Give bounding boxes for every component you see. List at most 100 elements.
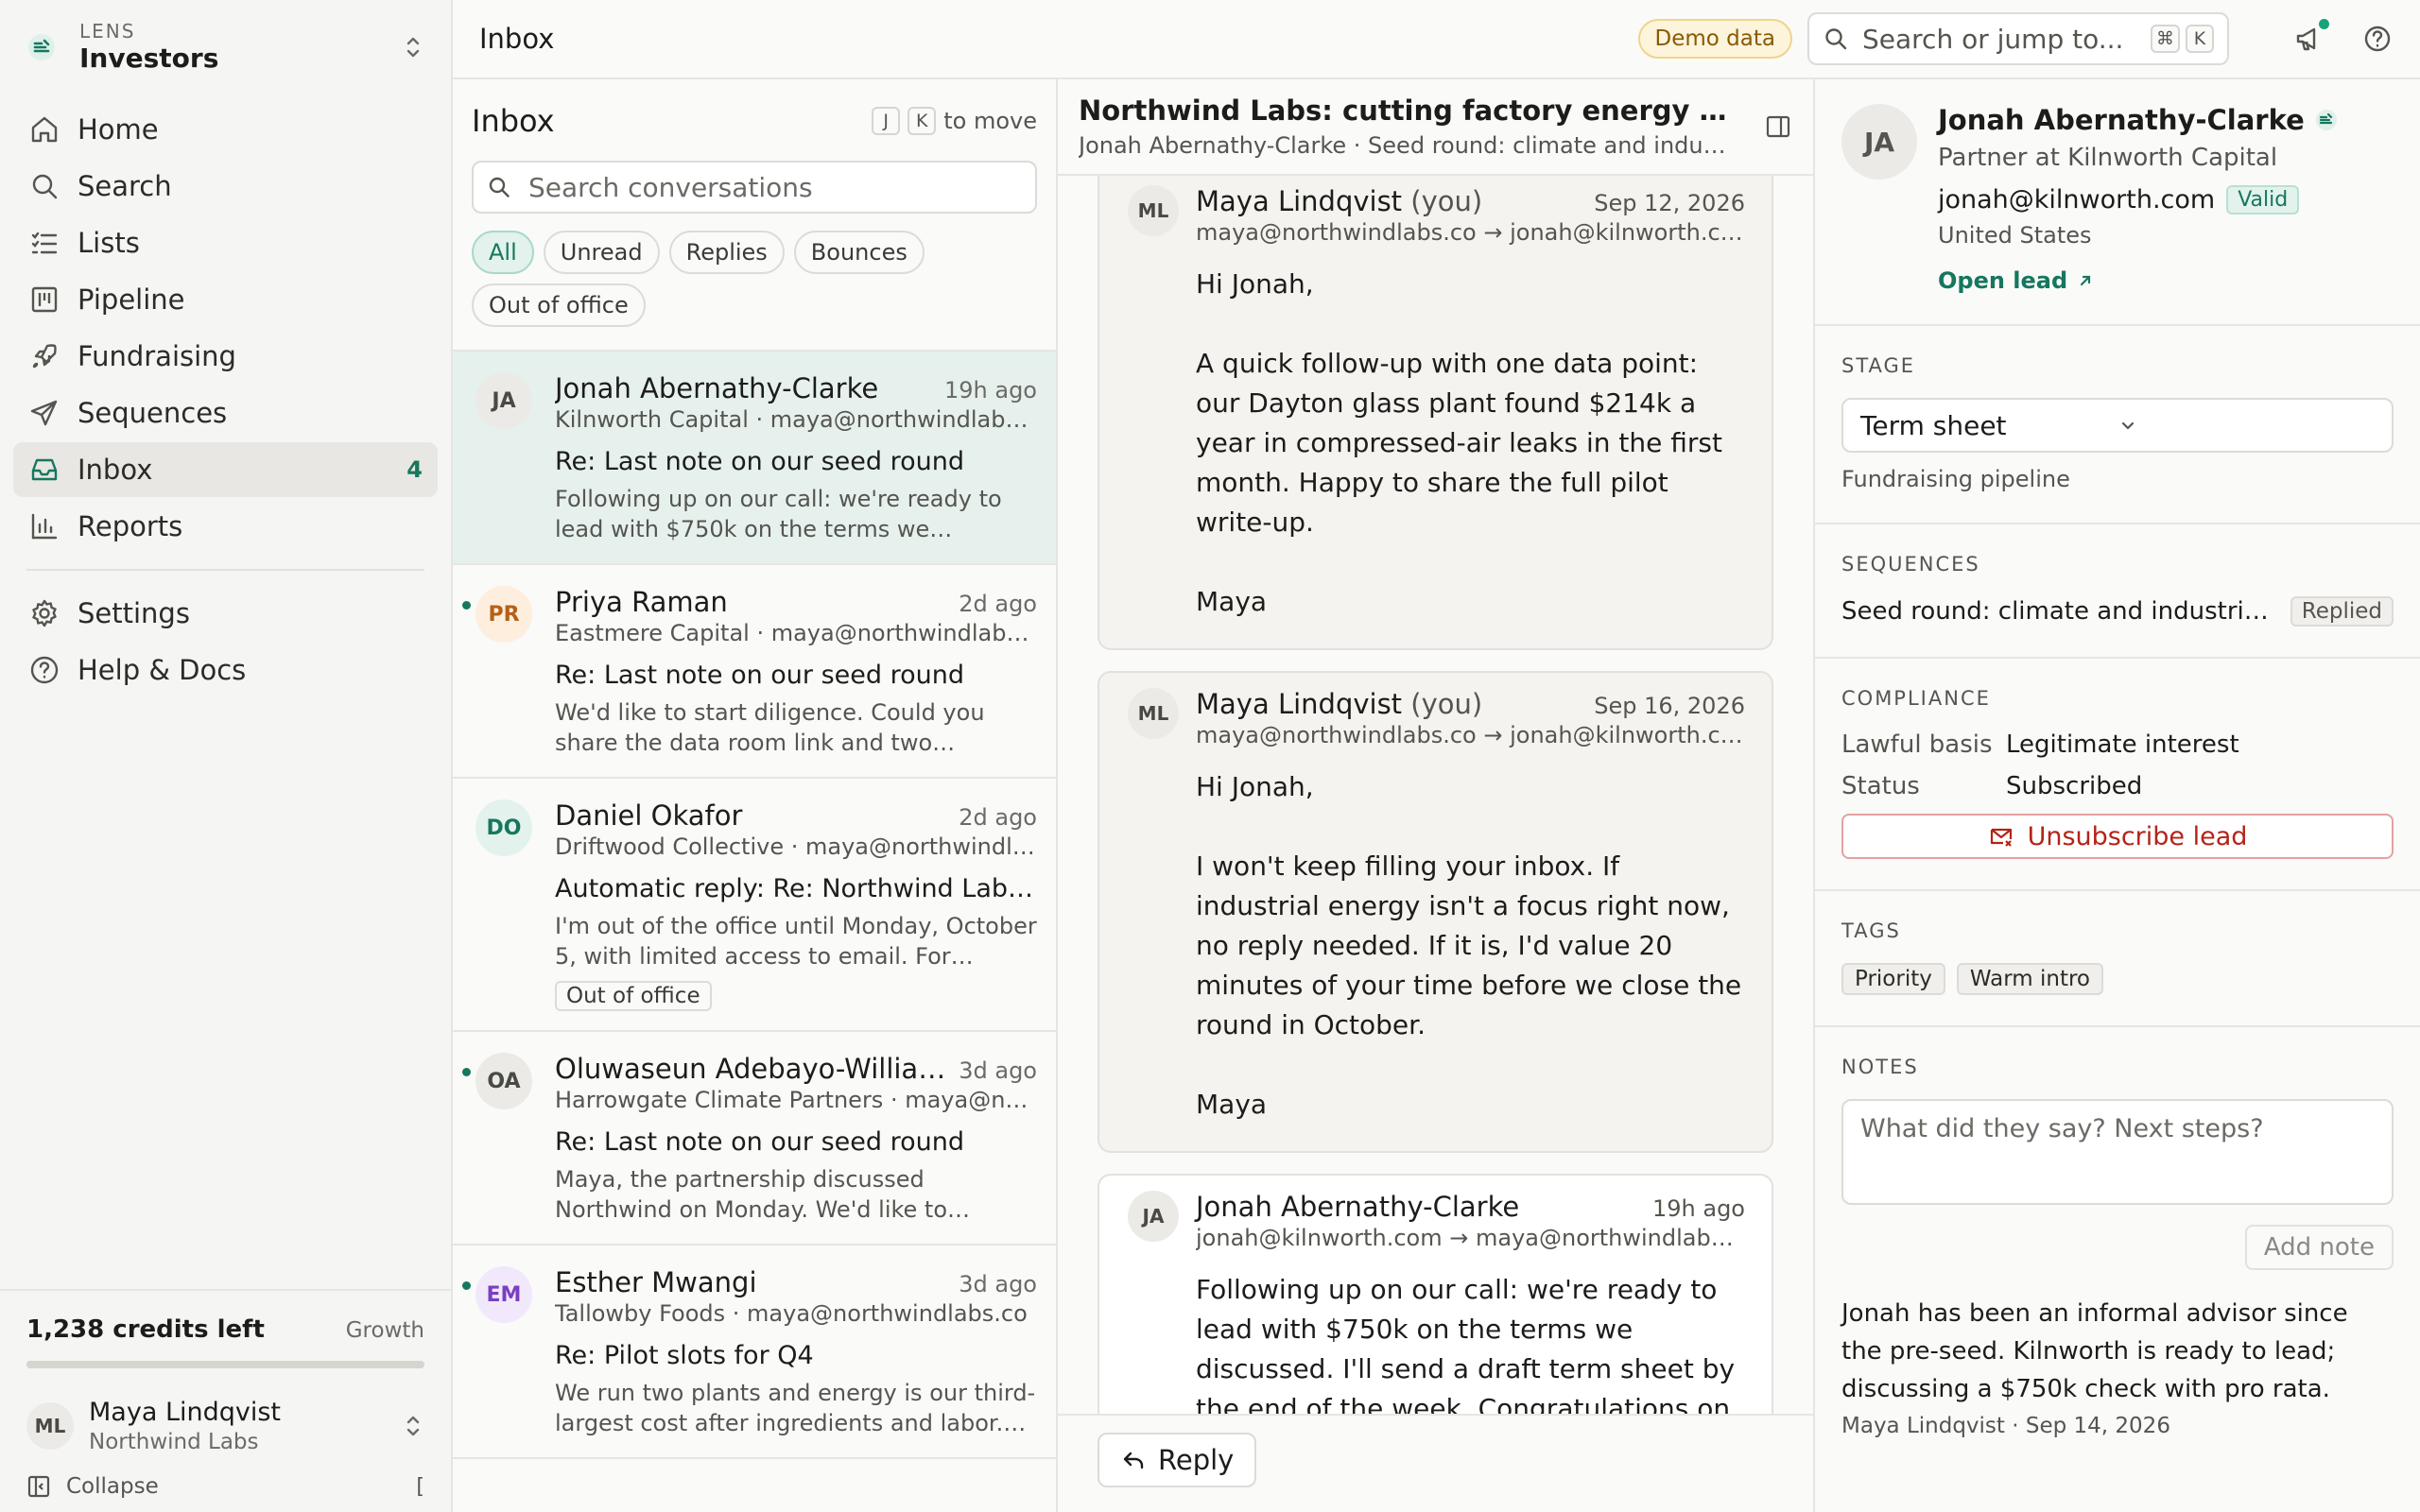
mail-x-icon xyxy=(1988,823,2014,850)
filter-out-of-office[interactable]: Out of office xyxy=(472,284,646,327)
conversation-org: Eastmere Capital · maya@northwindlabs.co xyxy=(555,620,1037,646)
conversation-search-input[interactable] xyxy=(528,171,1022,203)
conversation-avatar: PR xyxy=(475,586,532,643)
user-text: Maya Lindqvist Northwind Labs xyxy=(89,1397,402,1455)
message-date: Sep 12, 2026 xyxy=(1594,190,1745,216)
nav-divider xyxy=(26,569,424,571)
message-you-label: (you) xyxy=(1410,688,1483,720)
conversation-item[interactable]: PR Priya Raman 2d ago Eastmere Capital ·… xyxy=(453,565,1056,779)
nav-item-search[interactable]: Search xyxy=(13,159,438,214)
compliance-label: COMPLIANCE xyxy=(1841,687,1991,710)
add-note-row: Add note xyxy=(1841,1225,2394,1270)
nav-item-settings[interactable]: Settings xyxy=(13,586,438,641)
lead-card: JA Jonah Abernathy-Clarke Partner at Kil… xyxy=(1815,79,2420,326)
conversation-item[interactable]: OA Oluwaseun Adebayo-Williams 3d ago Har… xyxy=(453,1032,1056,1246)
filter-replies[interactable]: Replies xyxy=(668,231,785,274)
lead-country: United States xyxy=(1938,222,2092,249)
help-icon[interactable] xyxy=(2361,23,2394,55)
nav-label: Search xyxy=(78,170,172,202)
send-icon xyxy=(28,397,60,429)
conversation-subject: Re: Last note on our seed round xyxy=(555,661,965,690)
message-meta: Jonah Abernathy-Clarke 19h ago jonah@kil… xyxy=(1196,1191,1745,1251)
open-lead-link[interactable]: Open lead xyxy=(1938,267,2394,294)
notes-section: NOTES Add note Jonah has been an informa… xyxy=(1815,1027,2420,1469)
conversation-avatar: DO xyxy=(475,799,532,856)
keyboard-move-hint: J K to move xyxy=(872,107,1037,135)
conversation-item[interactable]: DO Daniel Okafor 2d ago Driftwood Collec… xyxy=(453,779,1056,1032)
conversation-avatar: EM xyxy=(475,1266,532,1323)
conversation-item[interactable]: JA Jonah Abernathy-Clarke 19h ago Kilnwo… xyxy=(453,352,1056,565)
page-title: Inbox xyxy=(479,23,555,55)
thread-subject: Northwind Labs: cutting factory energy w… xyxy=(1079,94,1736,127)
content-area: Inbox J K to move All Unread xyxy=(453,79,2420,1512)
conversation-body: Esther Mwangi 3d ago Tallowby Foods · ma… xyxy=(555,1266,1037,1438)
user-name: Maya Lindqvist xyxy=(89,1398,282,1427)
filter-all[interactable]: All xyxy=(472,231,534,274)
unsubscribe-lead-button[interactable]: Unsubscribe lead xyxy=(1841,814,2394,859)
thread-subtitle: Jonah Abernathy-Clarke · Seed round: cli… xyxy=(1079,132,1736,159)
stage-select[interactable]: Term sheet xyxy=(1841,398,2394,453)
conversation-body: Oluwaseun Adebayo-Williams 3d ago Harrow… xyxy=(555,1053,1037,1225)
tags-label: TAGS xyxy=(1841,919,1901,942)
nav-item-pipeline[interactable]: Pipeline xyxy=(13,272,438,327)
open-lead-label: Open lead xyxy=(1938,267,2068,294)
toggle-details-panel-icon[interactable] xyxy=(1764,112,1792,141)
note-text: Jonah has been an informal advisor since… xyxy=(1841,1299,2348,1403)
thread-titles: Northwind Labs: cutting factory energy w… xyxy=(1079,94,1736,159)
lead-email-row: jonah@kilnworth.com Valid xyxy=(1938,185,2394,215)
search-icon xyxy=(28,170,60,202)
conversation-search xyxy=(472,161,1037,214)
lead-email[interactable]: jonah@kilnworth.com xyxy=(1938,185,2215,215)
unread-dot xyxy=(462,601,471,610)
message-body: Hi Jonah, A quick follow-up with one dat… xyxy=(1196,268,1722,617)
reply-button[interactable]: Reply xyxy=(1098,1433,1257,1487)
conversation-item[interactable]: EM Esther Mwangi 3d ago Tallowby Foods ·… xyxy=(453,1246,1056,1459)
workspace-name: Investors xyxy=(79,43,219,74)
message-header: JA Jonah Abernathy-Clarke 19h ago jonah@… xyxy=(1128,1191,1745,1251)
pipeline-name: Fundraising pipeline xyxy=(1841,466,2070,492)
search-icon xyxy=(487,175,511,199)
nav-item-help-docs[interactable]: Help & Docs xyxy=(13,643,438,697)
nav-item-fundraising[interactable]: Fundraising xyxy=(13,329,438,384)
filter-unread[interactable]: Unread xyxy=(543,231,660,274)
kanban-icon xyxy=(28,284,60,316)
nav-item-inbox[interactable]: Inbox 4 xyxy=(13,442,438,497)
unread-dot xyxy=(462,1068,471,1076)
announcements-icon[interactable] xyxy=(2293,19,2329,55)
lead-name-row: Jonah Abernathy-Clarke xyxy=(1938,104,2394,136)
search-icon xyxy=(1823,26,1849,52)
conversation-top: Oluwaseun Adebayo-Williams 3d ago xyxy=(555,1053,1037,1085)
list-title-row: Inbox J K to move xyxy=(472,93,1037,149)
message-list: ML Maya Lindqvist (you) Sep 12, 2026 may… xyxy=(1058,176,1813,1414)
home-icon xyxy=(28,113,60,146)
sequence-row[interactable]: Seed round: climate and industrial funds… xyxy=(1841,596,2394,627)
conversation-sender: Jonah Abernathy-Clarke xyxy=(555,372,879,404)
message-avatar: ML xyxy=(1128,185,1179,236)
unsubscribe-label: Unsubscribe lead xyxy=(2027,821,2248,851)
nav-item-lists[interactable]: Lists xyxy=(13,215,438,270)
out-of-office-tag: Out of office xyxy=(555,981,712,1011)
credits-progress-fill xyxy=(26,1361,424,1368)
filter-bounces[interactable]: Bounces xyxy=(793,231,925,274)
global-search-input[interactable]: Search or jump to... ⌘ K xyxy=(1807,12,2229,65)
thread-footer: Reply xyxy=(1058,1414,1813,1512)
conversation-time: 2d ago xyxy=(959,591,1037,617)
message-you-label: (you) xyxy=(1410,185,1483,217)
user-menu[interactable]: ML Maya Lindqvist Northwind Labs xyxy=(26,1397,424,1455)
conversation-sender: Oluwaseun Adebayo-Williams xyxy=(555,1053,948,1085)
lead-verified-icon xyxy=(2314,108,2339,132)
collapse-sidebar-button[interactable]: Collapse [ xyxy=(26,1474,424,1499)
inbox-heading: Inbox xyxy=(472,103,555,139)
tag-warm-intro[interactable]: Warm intro xyxy=(1956,963,2103,995)
thread-header: Northwind Labs: cutting factory energy w… xyxy=(1058,79,1813,176)
nav-item-reports[interactable]: Reports xyxy=(13,499,438,554)
notes-input[interactable] xyxy=(1841,1099,2394,1205)
workspace-switcher[interactable]: LENS Investors xyxy=(0,0,451,94)
nav-item-home[interactable]: Home xyxy=(13,102,438,157)
add-note-button[interactable]: Add note xyxy=(2244,1225,2394,1270)
reply-label: Reply xyxy=(1158,1444,1235,1476)
chevron-up-down-icon xyxy=(402,32,424,62)
tag-priority[interactable]: Priority xyxy=(1841,963,1945,995)
nav-item-sequences[interactable]: Sequences xyxy=(13,386,438,440)
credits-left: 1,238 credits left xyxy=(26,1315,265,1344)
